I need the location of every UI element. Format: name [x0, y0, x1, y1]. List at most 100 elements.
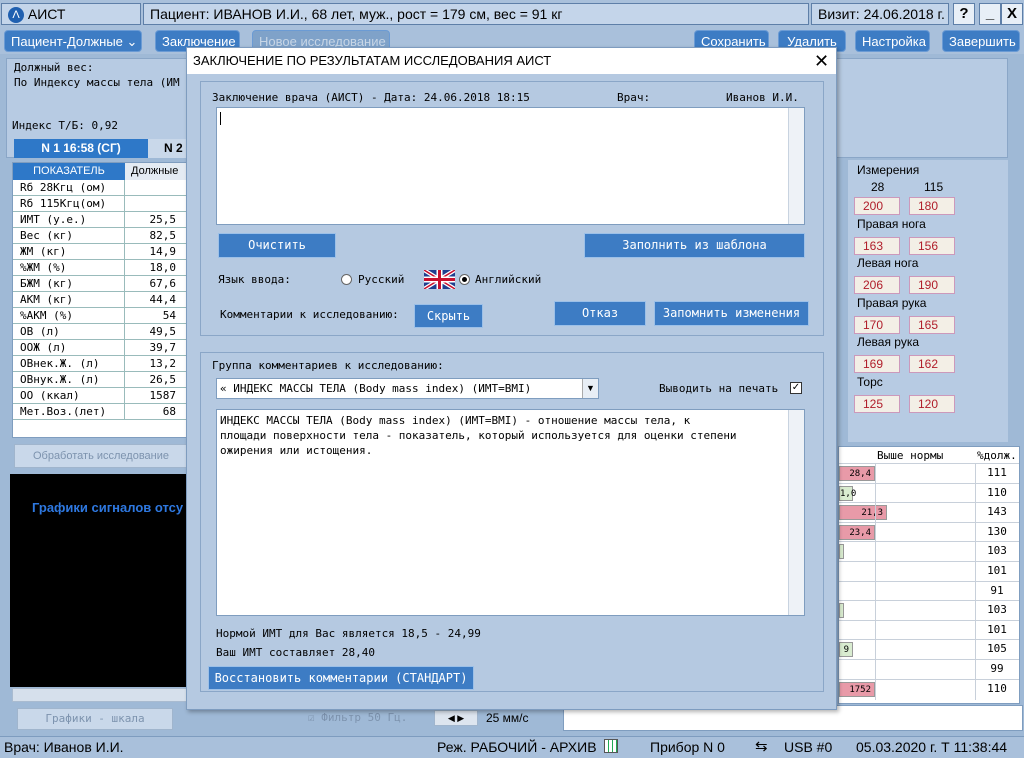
- grid-divider: [875, 640, 876, 661]
- input-language-label: Язык ввода:: [218, 273, 291, 286]
- grid-divider: [975, 464, 976, 484]
- conclusion-textarea[interactable]: [216, 107, 805, 225]
- indicator-name: ОВнек.Ж. (л): [13, 356, 125, 371]
- chevron-down-icon: ⌄: [126, 34, 138, 49]
- grid-divider: [875, 522, 876, 543]
- mode-label: Пациент-Должные: [11, 34, 123, 49]
- due-value: 49,5: [149, 325, 177, 338]
- indicator-name: Rб 28Кгц (ом): [13, 180, 125, 195]
- table-row[interactable]: БЖМ (кг) 67,6: [13, 276, 186, 292]
- speed-label: 25 мм/с: [486, 711, 529, 725]
- table-row[interactable]: АКМ (кг) 44,4: [13, 292, 186, 308]
- dropdown-arrow-icon[interactable]: ▼: [582, 379, 598, 398]
- table-row[interactable]: ОВнук.Ж. (л) 26,5: [13, 372, 186, 388]
- lang-ru-label: Русский: [358, 273, 405, 286]
- indicator-name: ООЖ (л): [13, 340, 125, 355]
- table-row[interactable]: ЖМ (кг) 14,9: [13, 244, 186, 260]
- settings-button[interactable]: Настройка: [855, 30, 930, 52]
- grid-divider: [875, 483, 876, 504]
- filter-label: Фильтр 50 Гц.: [321, 711, 408, 724]
- table-row[interactable]: Rб 115Кгц(ом): [13, 196, 186, 212]
- status-device: Прибор N 0: [650, 739, 725, 755]
- table-row[interactable]: Мет.Воз.(лет) 68: [13, 404, 186, 420]
- speed-stepper[interactable]: ◀ ▶: [434, 710, 478, 726]
- comments-label: Комментарии к исследованию:: [220, 308, 399, 321]
- due-value: 54: [162, 309, 176, 322]
- table-row[interactable]: %АКМ (%) 54: [13, 308, 186, 324]
- table-row[interactable]: ОВнек.Ж. (л) 13,2: [13, 356, 186, 372]
- due-value: [125, 196, 186, 211]
- patient-box: Пациент: ИВАНОВ И.И., 68 лет, муж., рост…: [143, 3, 809, 25]
- measurement-value: 170: [854, 315, 900, 334]
- due-value: 25,5: [149, 213, 177, 226]
- indicator-name: Вес (кг): [13, 228, 125, 243]
- due-value: 44,4: [149, 293, 177, 306]
- pct-value: 101: [987, 622, 1007, 636]
- patient-info: ИВАНОВ И.И., 68 лет, муж., рост = 179 см…: [213, 6, 563, 22]
- grid-divider: [875, 581, 876, 602]
- graphs-scale-button[interactable]: Графики - шкала: [17, 708, 173, 730]
- conclusion-dialog: ЗАКЛЮЧЕНИЕ ПО РЕЗУЛЬТАТАМ ИССЛЕДОВАНИЯ А…: [186, 47, 837, 710]
- pct-value: 105: [987, 642, 1007, 656]
- table-row[interactable]: Вес (кг) 82,5: [13, 228, 186, 244]
- filter-checkbox[interactable]: ☑ Фильтр 50 Гц.: [308, 711, 407, 724]
- mode-dropdown[interactable]: Пациент-Должные ⌄: [4, 30, 142, 52]
- norm-bar: 28,4: [839, 466, 875, 481]
- doctor-name: Иванов И.И.: [726, 91, 799, 104]
- print-checkbox[interactable]: ✓: [790, 382, 802, 394]
- comment-scrollbar[interactable]: [788, 410, 804, 615]
- process-study-button[interactable]: Обработать исследование: [14, 444, 188, 468]
- remember-button[interactable]: Запомнить изменения: [654, 301, 809, 326]
- exit-button[interactable]: Завершить: [942, 30, 1020, 52]
- due-value: 14,9: [149, 245, 177, 258]
- table-row[interactable]: ООЖ (л) 39,7: [13, 340, 186, 356]
- table-row[interactable]: ОО (ккал) 1587: [13, 388, 186, 404]
- dialog-close-icon[interactable]: ✕: [814, 50, 829, 72]
- comment-group-label: Группа комментариев к исследованию:: [212, 359, 444, 372]
- clear-button[interactable]: Очистить: [218, 233, 336, 258]
- fill-template-button[interactable]: Заполнить из шаблона: [584, 233, 805, 258]
- col-due: Должные: [125, 163, 186, 180]
- close-app-button[interactable]: X: [1001, 3, 1023, 25]
- tab-study-1[interactable]: N 1 16:58 (СГ): [14, 139, 148, 158]
- pct-value: 110: [987, 485, 1007, 499]
- tab-study-2[interactable]: N 2: [148, 139, 188, 158]
- pct-due-header: %долж.: [977, 449, 1017, 462]
- comment-group-select[interactable]: « ИНДЕКС МАССЫ ТЕЛА (Body mass index) (И…: [216, 378, 599, 399]
- grid-divider: [975, 542, 976, 563]
- cancel-button[interactable]: Отказ: [554, 301, 646, 326]
- app-title-box: Λ АИСТ: [1, 3, 141, 25]
- table-row[interactable]: %ЖМ (%) 18,0: [13, 260, 186, 276]
- restore-comments-button[interactable]: Восстановить комментарии (СТАНДАРТ): [208, 666, 474, 690]
- due-weight-label: Должный вес:: [14, 61, 94, 74]
- grid-divider: [975, 562, 976, 582]
- uk-flag-icon: [424, 270, 455, 289]
- dialog-title: ЗАКЛЮЧЕНИЕ ПО РЕЗУЛЬТАТАМ ИССЛЕДОВАНИЯ А…: [187, 48, 836, 74]
- grid-divider: [875, 660, 876, 680]
- pct-value: 101: [987, 564, 1007, 577]
- measurement-value: 125: [854, 394, 900, 413]
- grid-divider: [875, 503, 876, 524]
- comment-textarea[interactable]: ИНДЕКС МАССЫ ТЕЛА (Body mass index) (ИМТ…: [216, 409, 805, 616]
- due-value: 68: [162, 405, 176, 418]
- lang-en-radio[interactable]: [459, 274, 470, 285]
- lang-ru-radio[interactable]: [341, 274, 352, 285]
- conclusion-scrollbar[interactable]: [788, 108, 804, 224]
- minimize-button[interactable]: _: [979, 3, 1001, 25]
- hide-button[interactable]: Скрыть: [414, 304, 483, 328]
- table-row[interactable]: ОВ (л) 49,5: [13, 324, 186, 340]
- grid-divider: [975, 640, 976, 661]
- status-datetime: 05.03.2020 г. Т 11:38:44: [856, 739, 1008, 755]
- indicator-name: %АКМ (%): [13, 308, 125, 323]
- help-button[interactable]: ?: [953, 3, 975, 25]
- norm-bar: 1,0: [839, 485, 856, 501]
- table-row[interactable]: Rб 28Кгц (ом): [13, 180, 186, 196]
- table-row[interactable]: ИМТ (у.е.) 25,5: [13, 212, 186, 228]
- measurement-value: 163: [854, 236, 900, 255]
- indicator-name: %ЖМ (%): [13, 260, 125, 275]
- bmi-norm-text: Нормой ИМТ для Вас является 18,5 - 24,99: [216, 627, 481, 640]
- table-row: 103: [839, 600, 1019, 622]
- table-row: 23,4 130: [839, 521, 1019, 543]
- graph-scrollbar[interactable]: [12, 688, 190, 702]
- norm-bar: 1752: [839, 681, 875, 697]
